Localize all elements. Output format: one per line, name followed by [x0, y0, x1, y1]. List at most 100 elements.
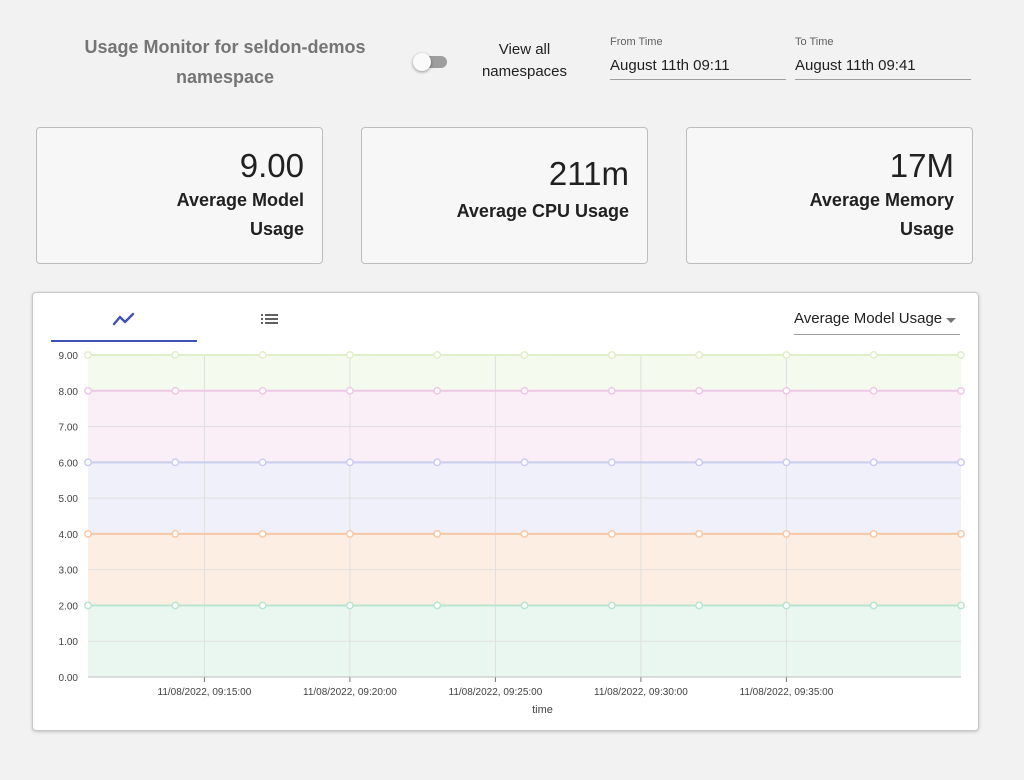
data-point: [258, 529, 267, 538]
to-time-label: To Time: [795, 36, 834, 48]
from-time-field[interactable]: From Time August 11th 09:11: [610, 35, 786, 80]
view-all-namespaces-toggle[interactable]: [413, 53, 449, 71]
stat-value: 9.00: [239, 147, 304, 184]
data-point: [520, 386, 529, 395]
data-point: [869, 601, 878, 610]
data-point: [433, 458, 442, 467]
data-point: [258, 601, 267, 610]
data-point: [695, 601, 704, 610]
page-title: Usage Monitor for seldon-demos namespace: [70, 32, 380, 92]
stat-label-line2: Usage: [249, 219, 304, 239]
data-point: [433, 529, 442, 538]
data-point: [607, 458, 616, 467]
y-tick-label: 3.00: [59, 566, 79, 577]
metric-select[interactable]: Average Model Usage: [794, 310, 960, 335]
data-point: [520, 351, 529, 359]
x-axis-label: time: [532, 704, 553, 716]
data-point: [345, 458, 354, 467]
chart-panel: Average Model Usage 0.00 1.00 2.00 3.00 4.00…: [32, 292, 979, 731]
data-point: [84, 529, 92, 538]
to-time-field[interactable]: To Time August 11th 09:41: [795, 35, 971, 80]
y-tick-label: 8.00: [59, 387, 79, 398]
data-point: [520, 458, 529, 467]
usage-chart: 0.00 1.00 2.00 3.00 4.00 5.00 6.00 7.00 8.00 9.00…: [59, 351, 965, 716]
tab-table-view[interactable]: [197, 305, 343, 342]
to-time-value: August 11th 09:41: [795, 57, 916, 74]
y-tick-label: 1.00: [59, 637, 79, 648]
stat-card-model-usage: 9.00 Average Model Usage: [36, 127, 323, 264]
data-point: [258, 351, 267, 359]
data-point: [782, 386, 791, 395]
data-point: [520, 601, 529, 610]
data-point: [345, 601, 354, 610]
y-tick-label: 9.00: [59, 351, 79, 362]
data-point: [520, 529, 529, 538]
data-point: [607, 529, 616, 538]
chevron-down-icon: [946, 318, 956, 323]
data-point: [695, 529, 704, 538]
line-chart-icon: [112, 312, 135, 326]
data-point: [869, 529, 878, 538]
x-tick-label: 11/08/2022, 09:30:00: [594, 687, 688, 698]
stat-label-line1: Average Model: [176, 190, 304, 210]
data-point: [957, 351, 965, 359]
y-tick-label: 2.00: [59, 601, 79, 612]
from-time-value: August 11th 09:11: [610, 57, 730, 74]
data-point: [607, 351, 616, 359]
x-tick-label: 11/08/2022, 09:25:00: [449, 687, 543, 698]
data-point: [957, 386, 965, 395]
stat-label-line1: Average Memory: [809, 190, 954, 210]
data-point: [84, 458, 92, 467]
data-point: [695, 458, 704, 467]
data-point: [782, 351, 791, 359]
data-point: [345, 386, 354, 395]
stat-label-line1: Average CPU Usage: [456, 201, 629, 221]
page-title-line2: namespace: [175, 67, 275, 87]
stat-card-memory-usage: 17M Average Memory Usage: [686, 127, 973, 264]
stat-label-line2: Usage: [899, 219, 954, 239]
data-point: [171, 351, 180, 359]
data-point: [869, 386, 878, 395]
metric-select-value: Average Model Usage: [794, 310, 943, 327]
data-point: [782, 458, 791, 467]
data-point: [258, 386, 267, 395]
y-tick-label: 7.00: [59, 423, 79, 434]
data-point: [433, 601, 442, 610]
data-point: [171, 386, 180, 395]
x-tick-label: 11/08/2022, 09:35:00: [740, 687, 834, 698]
x-tick-label: 11/08/2022, 09:15:00: [158, 687, 252, 698]
series-area: [88, 355, 961, 391]
data-point: [957, 601, 965, 610]
data-point: [171, 529, 180, 538]
data-point: [782, 601, 791, 610]
toggle-label-line1: View all: [498, 41, 551, 58]
page-title-line1: Usage Monitor for seldon-demos: [84, 37, 366, 57]
toggle-thumb: [413, 53, 431, 71]
data-point: [84, 351, 92, 359]
stat-value: 17M: [889, 147, 954, 184]
x-tick-label: 11/08/2022, 09:20:00: [303, 687, 397, 698]
list-icon: [261, 314, 278, 324]
data-point: [171, 458, 180, 467]
data-point: [345, 351, 354, 359]
data-point: [695, 351, 704, 359]
data-point: [433, 351, 442, 359]
data-point: [869, 458, 878, 467]
data-point: [171, 601, 180, 610]
data-point: [345, 529, 354, 538]
toggle-label-line2: namespaces: [481, 63, 568, 80]
y-tick-label: 0.00: [59, 673, 79, 684]
y-tick-label: 6.00: [59, 458, 79, 469]
data-point: [258, 458, 267, 467]
data-point: [84, 386, 92, 395]
y-tick-label: 5.00: [59, 494, 79, 505]
from-time-label: From Time: [610, 36, 663, 48]
stat-value: 211m: [548, 155, 629, 192]
data-point: [782, 529, 791, 538]
data-point: [957, 529, 965, 538]
data-point: [869, 351, 878, 359]
data-point: [433, 386, 442, 395]
data-point: [957, 458, 965, 467]
tab-chart-view[interactable]: [51, 305, 197, 342]
data-point: [695, 386, 704, 395]
